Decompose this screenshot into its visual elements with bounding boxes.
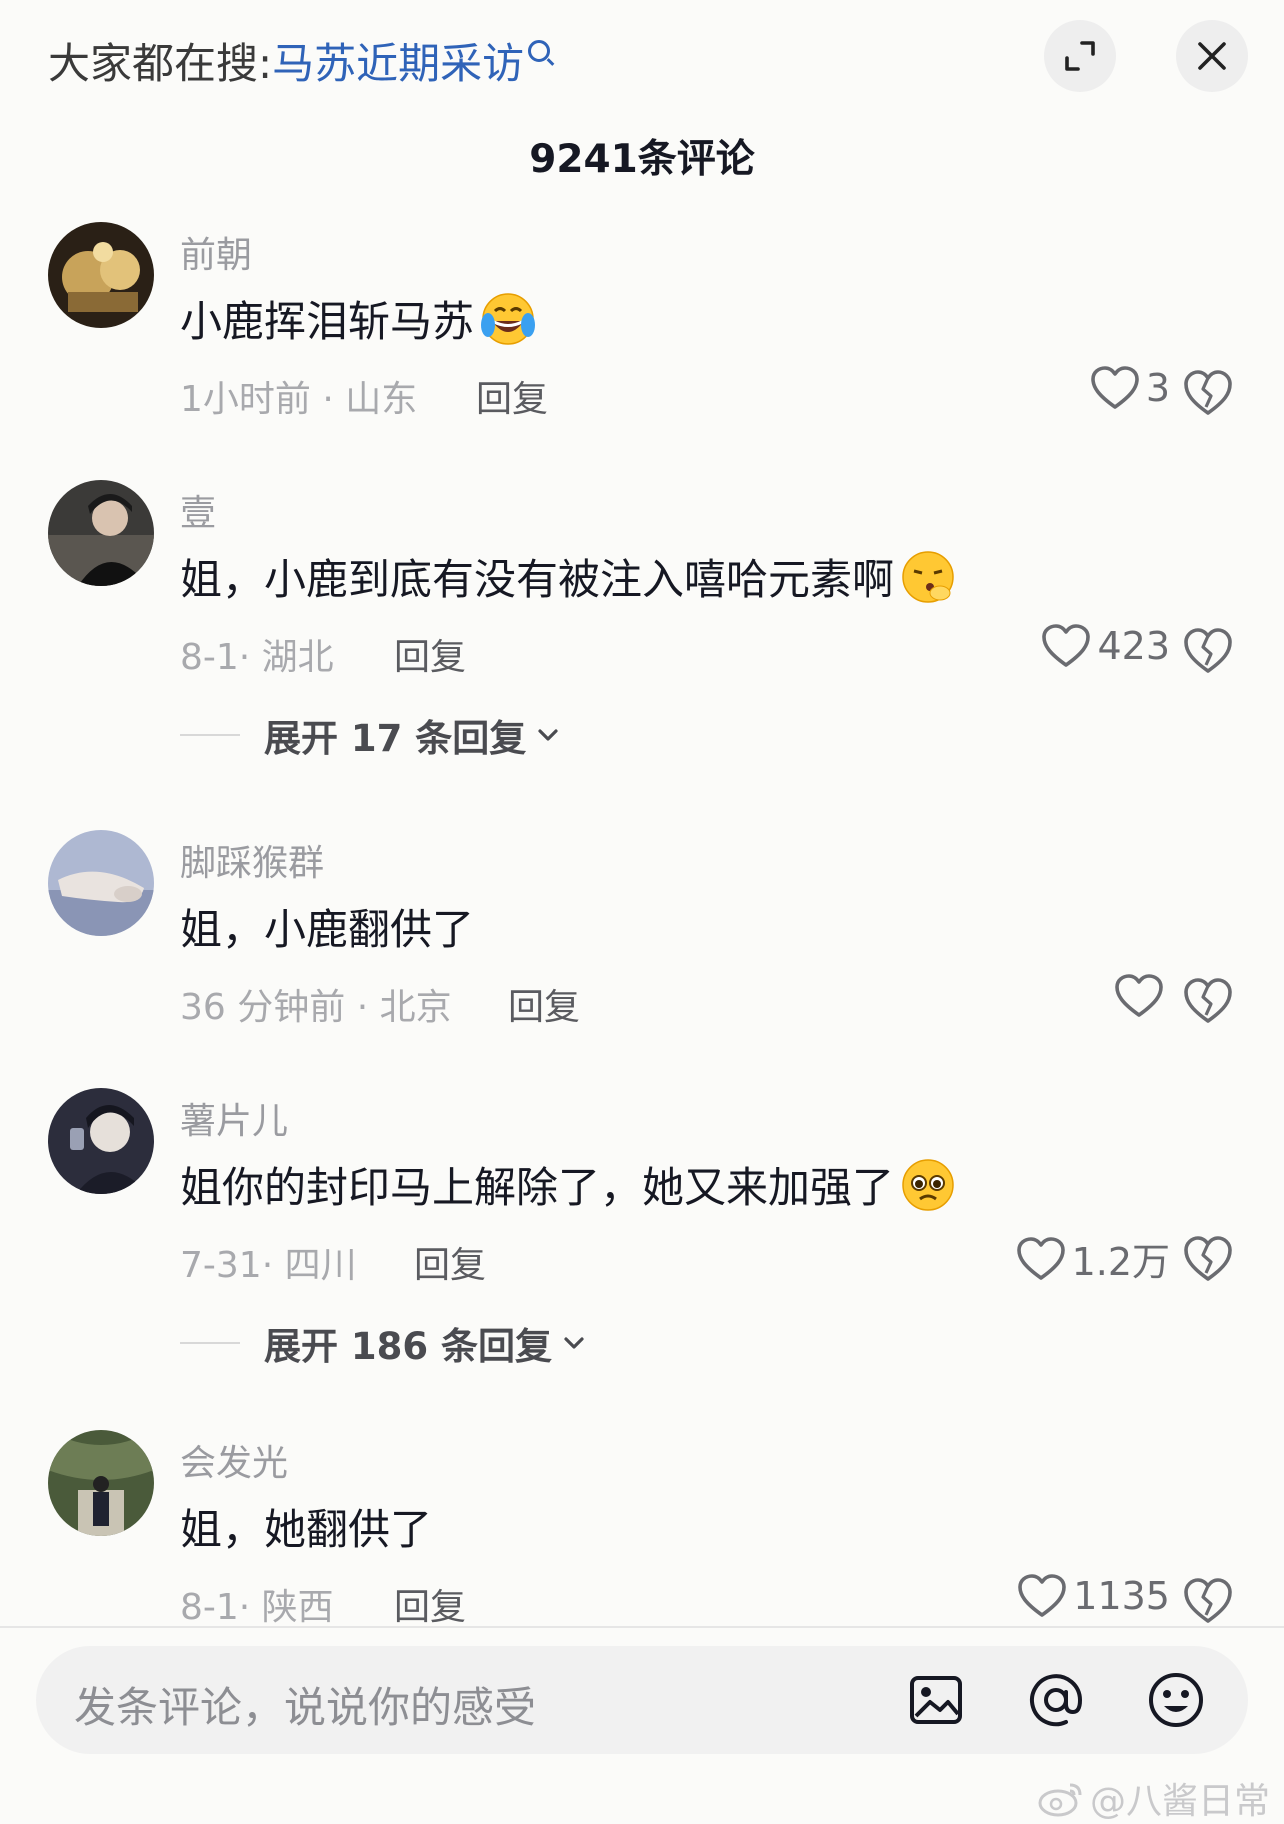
comment-text: 姐，小鹿到底有没有被注入嘻哈元素啊	[180, 546, 956, 607]
comment-text-content: 姐你的封印马上解除了，她又来加强了	[180, 1163, 895, 1212]
at-icon[interactable]	[1026, 1670, 1086, 1730]
like-button[interactable]: 1135	[960, 1573, 1170, 1619]
comment-username[interactable]: 壹	[180, 484, 216, 536]
comment-text: 姐，她翻供了	[180, 1496, 432, 1557]
avatar[interactable]	[48, 830, 154, 936]
comment-text-content: 姐，小鹿翻供了	[180, 905, 475, 954]
search-icon	[528, 40, 551, 62]
watermark-text: @八酱日常	[1089, 1781, 1270, 1822]
heart-icon	[1042, 624, 1091, 667]
broken-heart-icon[interactable]	[1182, 1575, 1234, 1627]
expand-replies-button[interactable]: 展开 186 条回复	[180, 1316, 588, 1370]
comment-meta: 7-31· 四川	[180, 1245, 357, 1286]
comment-username[interactable]: 脚踩猴群	[180, 834, 324, 886]
heart-icon	[1016, 1236, 1065, 1280]
reply-button[interactable]: 回复	[394, 1578, 466, 1630]
search-suggestion-keyword[interactable]: 马苏近期采访	[272, 39, 524, 88]
emoji-icon[interactable]	[1146, 1670, 1206, 1730]
comment-meta: 8-1· 湖北	[180, 637, 334, 678]
avatar[interactable]	[48, 1430, 154, 1536]
expand-replies-label: 展开 186 条回复	[264, 1325, 552, 1368]
like-count: 1135	[1073, 1574, 1170, 1618]
heart-icon	[1115, 974, 1163, 1017]
broken-heart-icon[interactable]	[1182, 367, 1234, 419]
avatar[interactable]	[48, 1088, 154, 1194]
heart-icon	[1091, 366, 1139, 409]
close-button[interactable]	[1176, 20, 1248, 92]
expand-replies-label: 展开 17 条回复	[264, 717, 527, 760]
comment-input[interactable]: 发条评论，说说你的感受	[36, 1646, 1248, 1754]
comment-meta: 8-1· 陕西	[180, 1587, 334, 1628]
top-bar: 大家都在搜:马苏近期采访	[0, 0, 1284, 110]
like-button[interactable]	[1030, 973, 1170, 1019]
broken-heart-icon[interactable]	[1182, 1233, 1234, 1285]
heart-icon	[1018, 1574, 1067, 1617]
comment-username[interactable]: 薯片儿	[180, 1092, 288, 1144]
like-button[interactable]: 3	[1030, 365, 1170, 411]
pleading-emoji-icon	[902, 1158, 954, 1211]
like-button[interactable]: 423	[960, 623, 1170, 669]
divider-line	[180, 1342, 240, 1344]
whistling-emoji-icon	[902, 550, 954, 603]
expand-button[interactable]	[1044, 20, 1116, 92]
like-count: 3	[1145, 366, 1170, 410]
reply-button[interactable]: 回复	[476, 370, 548, 422]
comment-text: 小鹿挥泪斩马苏	[180, 288, 536, 349]
comment-username[interactable]: 会发光	[180, 1434, 288, 1486]
broken-heart-icon[interactable]	[1182, 625, 1234, 677]
input-divider	[0, 1626, 1284, 1628]
reply-button[interactable]: 回复	[508, 978, 580, 1030]
divider-line	[180, 734, 240, 736]
like-button[interactable]: 1.2万	[940, 1231, 1170, 1286]
comment-text: 姐你的封印马上解除了，她又来加强了	[180, 1154, 956, 1215]
like-count: 423	[1097, 624, 1170, 668]
comment-text-content: 小鹿挥泪斩马苏	[180, 297, 475, 346]
like-count: 1.2万	[1071, 1240, 1170, 1284]
expand-icon	[1065, 41, 1095, 71]
reply-button[interactable]: 回复	[414, 1236, 486, 1288]
comment-username[interactable]: 前朝	[180, 226, 252, 278]
comment-meta: 36 分钟前 · 北京	[180, 987, 452, 1028]
search-suggestion[interactable]: 大家都在搜:马苏近期采访	[48, 30, 551, 91]
close-icon	[1198, 42, 1226, 70]
comment-text-content: 姐，小鹿到底有没有被注入嘻哈元素啊	[180, 555, 895, 604]
comment-text: 姐，小鹿翻供了	[180, 896, 474, 957]
image-icon[interactable]	[906, 1670, 966, 1730]
expand-replies-button[interactable]: 展开 17 条回复	[180, 708, 562, 762]
avatar[interactable]	[48, 480, 154, 586]
weibo-logo-icon	[1038, 1783, 1082, 1817]
comment-meta: 1小时前 · 山东	[180, 379, 418, 420]
chevron-down-icon	[564, 1337, 584, 1349]
chevron-down-icon	[538, 729, 558, 741]
crying-laughing-emoji-icon	[481, 292, 536, 345]
avatar[interactable]	[48, 222, 154, 328]
comment-text-content: 姐，她翻供了	[180, 1505, 433, 1554]
comment-input-placeholder[interactable]: 发条评论，说说你的感受	[74, 1674, 536, 1735]
broken-heart-icon[interactable]	[1182, 975, 1234, 1027]
search-suggestion-prefix: 大家都在搜:	[48, 39, 273, 88]
comment-count-title: 9241条评论	[529, 137, 755, 182]
watermark: @八酱日常	[1038, 1772, 1270, 1824]
reply-button[interactable]: 回复	[394, 628, 466, 680]
